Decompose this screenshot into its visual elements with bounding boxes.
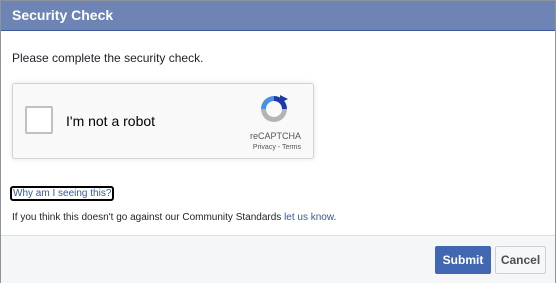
dialog-titlebar: Security Check (1, 1, 555, 31)
why-am-i-seeing-this-link[interactable]: Why am I seeing this? (10, 186, 115, 201)
let-us-know-link[interactable]: let us know (284, 212, 333, 223)
cancel-button[interactable]: Cancel (495, 246, 546, 274)
community-standards-text: If you think this doesn't go against our… (12, 212, 336, 223)
recaptcha-logo-icon (261, 95, 288, 122)
community-text: If you think this doesn't go against our… (12, 212, 285, 223)
instructions-text: Please complete the security check. (12, 51, 204, 65)
recaptcha-widget: I'm not a robot reCAPTCHA Privacy - Term… (12, 83, 314, 159)
privacy-terms: Privacy - Terms (253, 144, 301, 151)
recaptcha-brand: reCAPTCHA (249, 131, 301, 141)
security-check-dialog: Security Check Please complete the secur… (0, 0, 556, 283)
not-robot-checkbox[interactable] (25, 106, 53, 134)
privacy-link[interactable]: Privacy (253, 144, 276, 151)
not-robot-label: I'm not a robot (66, 113, 156, 129)
submit-button[interactable]: Submit (435, 246, 491, 274)
dialog-footer: Submit Cancel (1, 235, 555, 283)
dialog-title: Security Check (12, 7, 114, 23)
community-end: . (333, 212, 337, 223)
terms-link[interactable]: Terms (282, 144, 301, 151)
